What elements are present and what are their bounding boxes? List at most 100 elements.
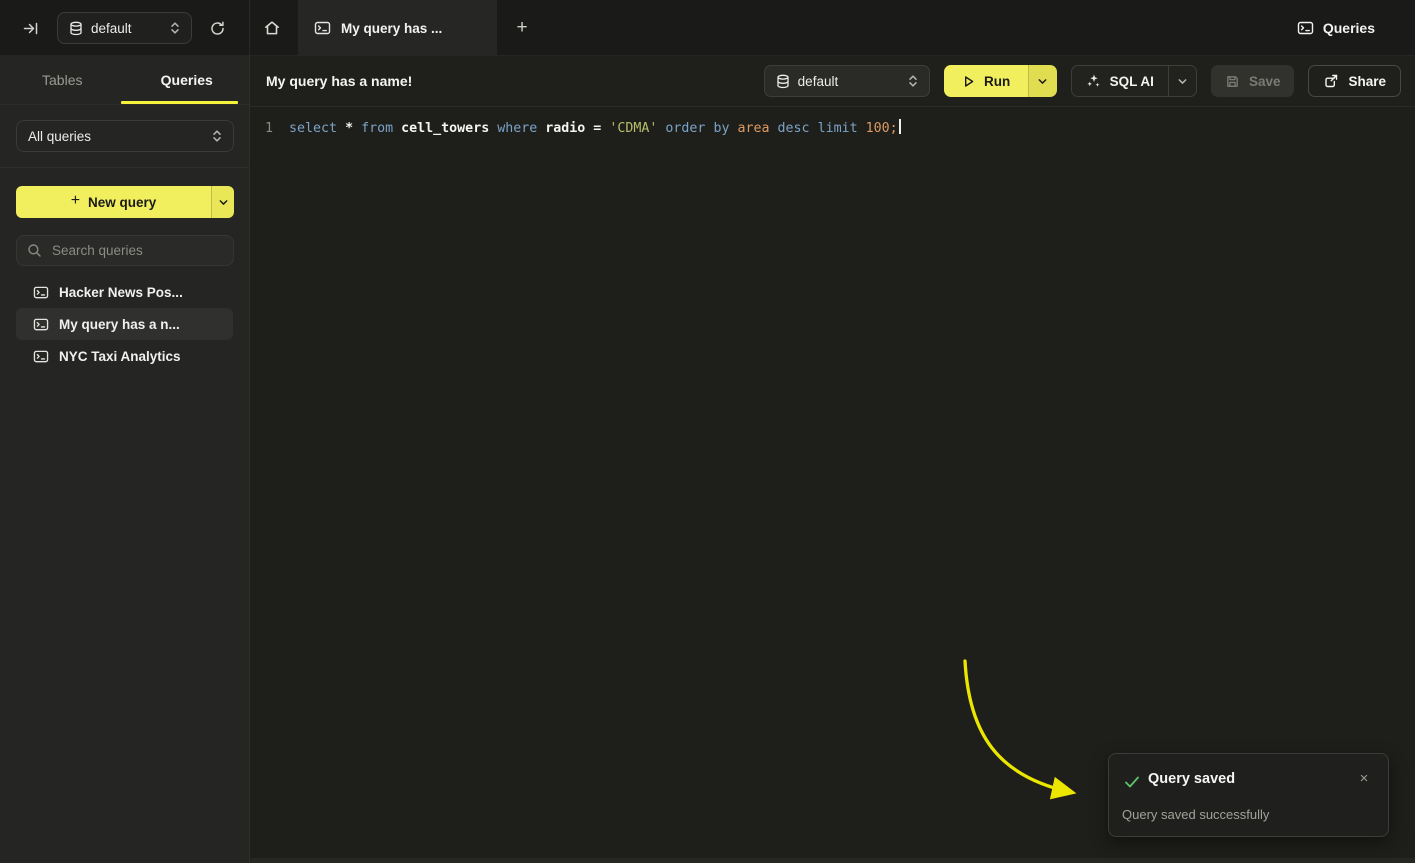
topbar: default (0, 0, 1415, 56)
search-icon (27, 243, 42, 258)
sql-token (393, 121, 401, 136)
chevron-down-icon (1037, 76, 1048, 87)
new-query-label: New query (88, 195, 156, 210)
home-icon (263, 19, 281, 37)
chevron-updown-icon (907, 74, 919, 88)
run-label: Run (984, 74, 1010, 89)
sidebar-divider (0, 167, 249, 168)
search-queries-box (16, 235, 234, 266)
toast-query-saved: Query saved × Query saved successfully (1108, 753, 1389, 837)
terminal-icon (33, 349, 49, 364)
search-queries-input[interactable] (50, 242, 223, 259)
text-cursor (899, 119, 901, 134)
topbar-database-value: default (91, 21, 161, 36)
main-header: My query has a name! default (250, 56, 1415, 107)
close-icon[interactable]: × (1354, 768, 1374, 788)
share-button[interactable]: Share (1308, 65, 1401, 97)
topbar-divider (249, 0, 250, 56)
editor-bottom-strip (250, 858, 1415, 863)
save-label: Save (1249, 74, 1281, 89)
sql-code: select * from cell_towers where radio = … (289, 119, 901, 139)
play-icon (961, 74, 976, 89)
new-tab-button[interactable]: + (508, 14, 536, 42)
sql-ai-label: SQL AI (1110, 74, 1154, 89)
terminal-icon (33, 317, 49, 332)
run-split-button: Run (944, 65, 1057, 97)
topbar-queries-button[interactable]: Queries (1297, 0, 1375, 56)
query-filter-value: All queries (28, 129, 203, 144)
query-list: Hacker News Pos... My query has a n... (16, 276, 233, 372)
toolbar-database-selector[interactable]: default (764, 65, 930, 97)
terminal-icon (314, 20, 331, 36)
sql-token: from (361, 121, 393, 136)
code-line: 1 select * from cell_towers where radio … (250, 108, 1415, 139)
main-panel: My query has a name! default (250, 56, 1415, 863)
query-item-label: NYC Taxi Analytics (59, 349, 181, 364)
query-list-item[interactable]: Hacker News Pos... (16, 276, 233, 308)
query-list-item[interactable]: NYC Taxi Analytics (16, 340, 233, 372)
query-item-label: My query has a n... (59, 317, 180, 332)
sidebar-tab-queries[interactable]: Queries (125, 56, 250, 104)
chevron-updown-icon (169, 21, 181, 35)
toast-message: Query saved successfully (1122, 807, 1269, 822)
topbar-database-selector[interactable]: default (57, 12, 192, 44)
sql-token (770, 121, 778, 136)
refresh-button[interactable] (205, 16, 229, 40)
sql-console-app: default (0, 0, 1415, 863)
sql-token: 100; (866, 121, 898, 136)
query-item-label: Hacker News Pos... (59, 285, 183, 300)
collapse-sidebar-button[interactable] (18, 16, 42, 40)
plus-icon: + (516, 17, 527, 39)
sql-token (810, 121, 818, 136)
sql-token: where (497, 121, 537, 136)
run-options-button[interactable] (1028, 65, 1057, 97)
chevron-down-icon (1177, 76, 1188, 87)
query-list-item-selected[interactable]: My query has a n... (16, 308, 233, 340)
toolbar-database-value: default (798, 74, 899, 89)
sql-token: by (713, 121, 729, 136)
tab-label: My query has ... (341, 21, 442, 36)
sql-ai-options-button[interactable] (1168, 66, 1196, 96)
new-query-button[interactable]: + New query (16, 186, 211, 218)
sidebar-tabs: Tables Queries (0, 56, 249, 105)
save-button[interactable]: Save (1211, 65, 1295, 97)
chevron-updown-icon (211, 129, 223, 143)
sparkles-icon (1086, 73, 1102, 89)
new-query-split-button: + New query (16, 186, 234, 218)
tab-my-query[interactable]: My query has ... (298, 0, 497, 56)
sql-ai-button[interactable]: SQL AI (1072, 66, 1168, 96)
sql-editor[interactable]: 1 select * from cell_towers where radio … (250, 108, 1415, 858)
new-query-dropdown-button[interactable] (211, 186, 234, 218)
sql-token: order (665, 121, 705, 136)
topbar-queries-label: Queries (1323, 20, 1375, 36)
share-label: Share (1348, 74, 1386, 89)
save-icon (1225, 74, 1240, 89)
sql-tokens: select * from cell_towers where radio = … (289, 121, 898, 136)
query-filter-select[interactable]: All queries (16, 120, 234, 152)
run-button[interactable]: Run (944, 65, 1028, 97)
refresh-icon (209, 20, 226, 37)
sql-token (337, 121, 345, 136)
home-tab-button[interactable] (258, 16, 286, 40)
database-icon (776, 74, 790, 89)
sql-token: limit (818, 121, 858, 136)
toolbar: default Run (764, 65, 1401, 97)
sql-token: * (345, 121, 353, 136)
active-tab-indicator (121, 101, 238, 104)
sql-token: = (585, 121, 609, 136)
plus-icon: + (71, 192, 80, 210)
sql-ai-split-button: SQL AI (1071, 65, 1197, 97)
check-icon (1124, 775, 1140, 789)
sidebar-tab-tables[interactable]: Tables (0, 56, 125, 104)
line-number: 1 (250, 119, 273, 139)
sql-token: area (737, 121, 769, 136)
sql-token: desc (778, 121, 810, 136)
terminal-icon (33, 285, 49, 300)
sidebar-body: All queries + New query (0, 105, 249, 372)
collapse-sidebar-icon (22, 20, 39, 37)
sql-token (858, 121, 866, 136)
sql-token (353, 121, 361, 136)
toast-title: Query saved (1148, 771, 1235, 787)
sql-token: cell_towers (401, 121, 489, 136)
chevron-down-icon (218, 197, 229, 208)
